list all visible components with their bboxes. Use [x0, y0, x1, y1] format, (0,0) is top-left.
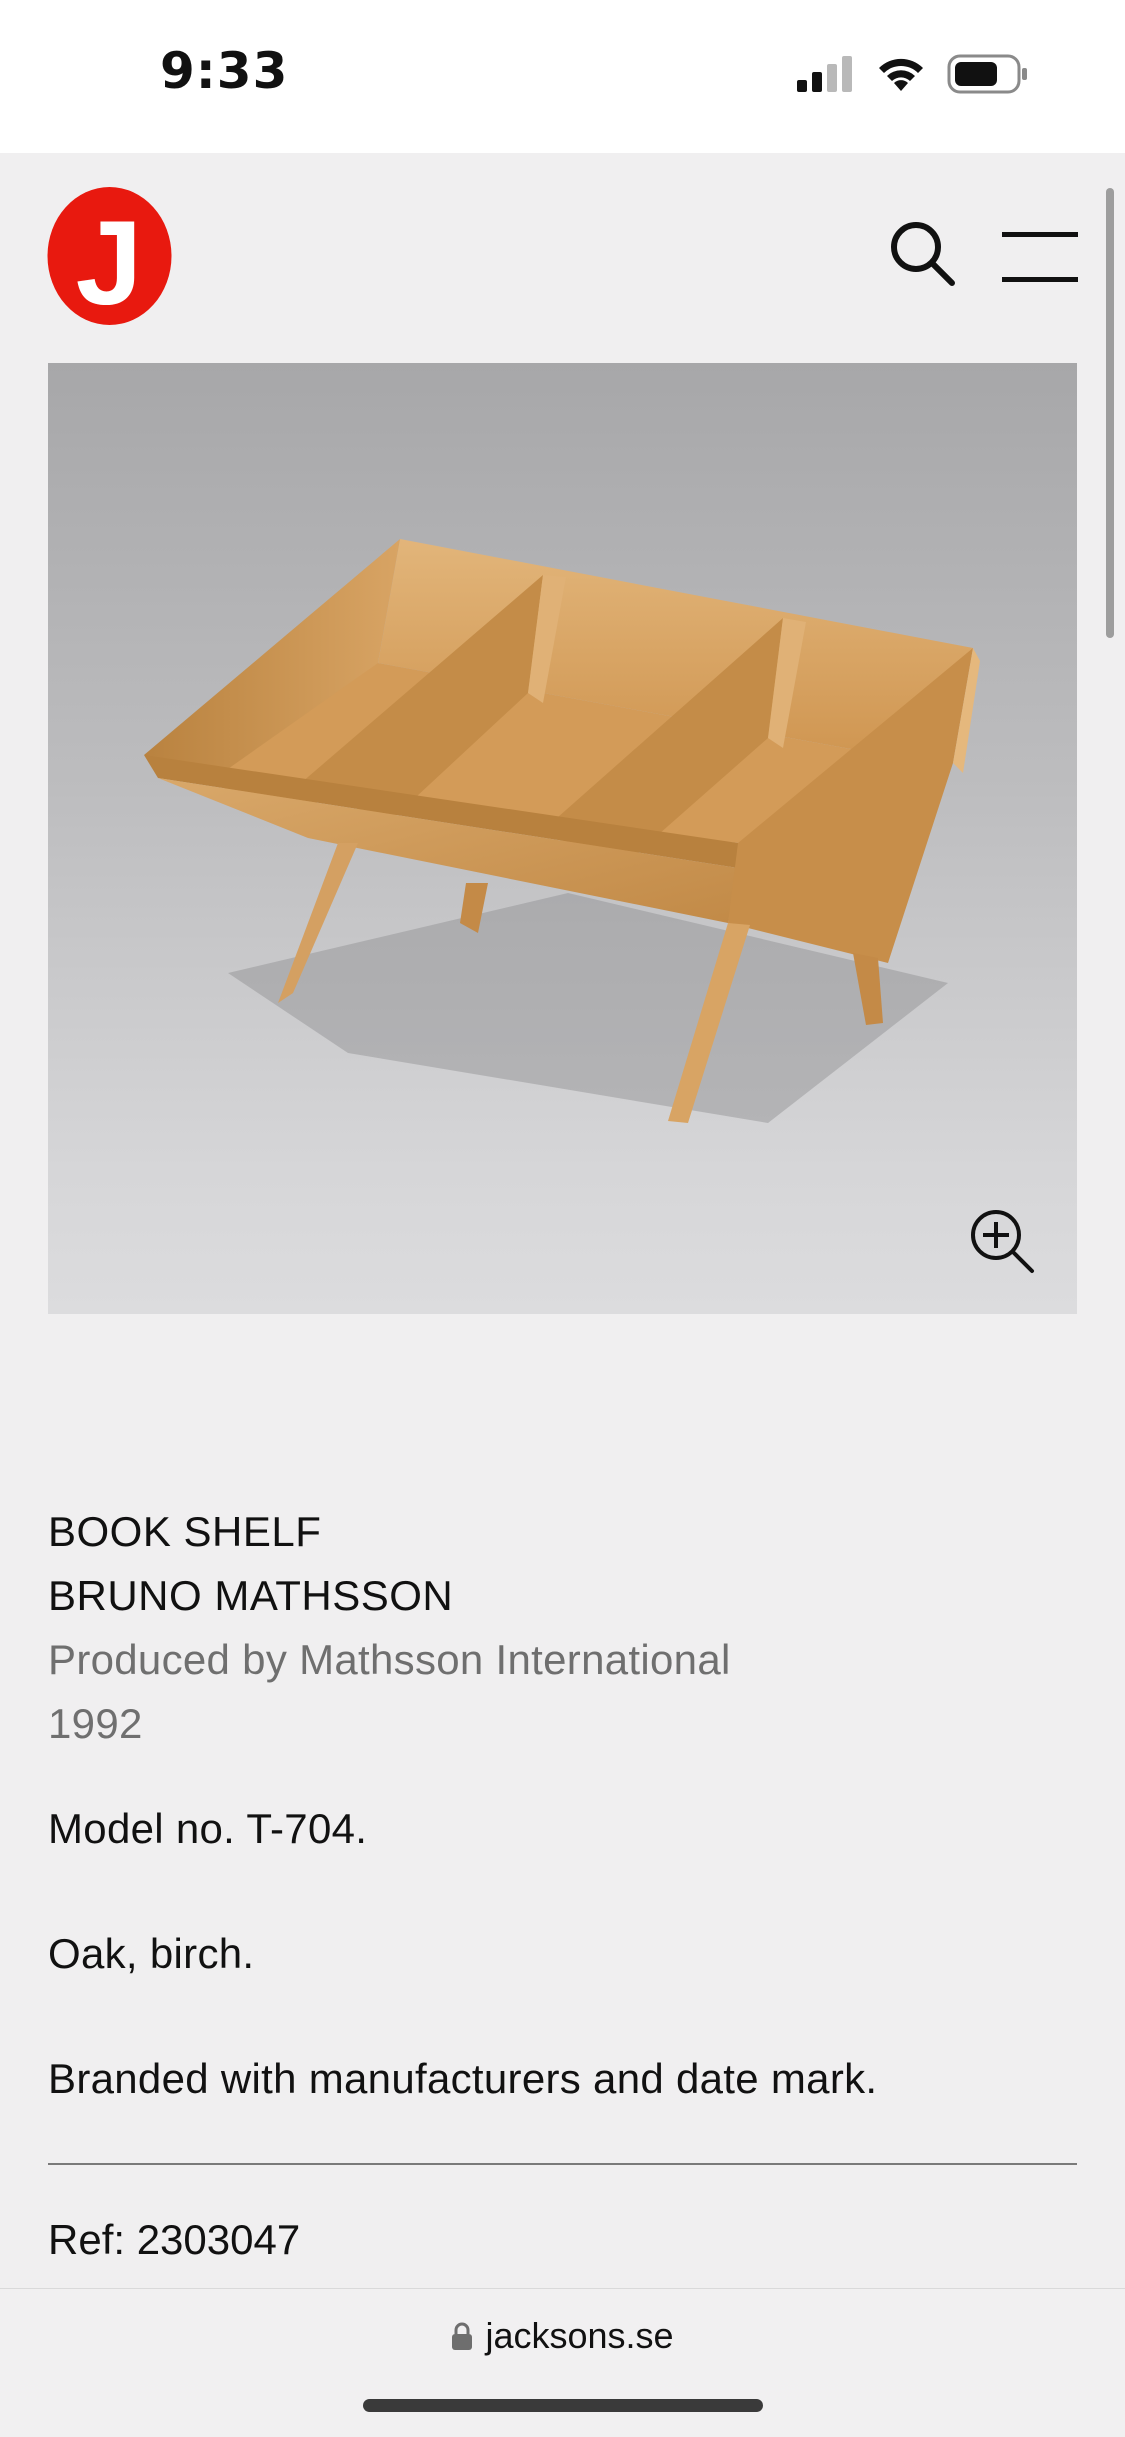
- logo-mark: J: [47, 187, 172, 330]
- zoom-button[interactable]: [968, 1207, 1038, 1277]
- search-button[interactable]: [887, 218, 957, 288]
- search-icon: [891, 222, 955, 286]
- logo-letter: J: [76, 196, 143, 326]
- product-designer: BRUNO MATHSSON: [48, 1572, 454, 1619]
- product-image[interactable]: [48, 363, 1077, 1314]
- status-time: 9:33: [160, 42, 289, 100]
- product-year: 1992: [48, 1700, 143, 1747]
- address-bar[interactable]: jacksons.se: [0, 2315, 1125, 2357]
- lock-icon: [452, 2322, 473, 2350]
- battery-icon: [947, 54, 1027, 94]
- jacksons-logo[interactable]: J: [47, 186, 172, 330]
- status-bar: 9:33: [0, 0, 1125, 153]
- home-indicator[interactable]: [363, 2399, 763, 2412]
- menu-button[interactable]: [1002, 230, 1078, 284]
- hamburger-menu-icon: [1002, 232, 1078, 282]
- status-icons: [797, 54, 1029, 94]
- url-text: jacksons.se: [485, 2315, 674, 2356]
- browser-bar: jacksons.se: [0, 2288, 1125, 2437]
- product-info: BOOK SHELF BRUNO MATHSSON Produced by Ma…: [48, 1500, 1077, 1756]
- divider: [48, 2163, 1077, 2165]
- product-model: Model no. T-704.: [48, 1805, 368, 1852]
- signal-icon: [797, 56, 852, 92]
- book-shelf-illustration: [144, 539, 980, 1123]
- product-producer: Produced by Mathsson International: [48, 1636, 731, 1683]
- product-marking: Branded with manufacturers and date mark…: [48, 2055, 878, 2102]
- scrollbar[interactable]: [1106, 188, 1114, 638]
- wifi-icon: [879, 58, 923, 91]
- product-material: Oak, birch.: [48, 1930, 255, 1977]
- product-ref: Ref: 2303047: [48, 2216, 301, 2263]
- zoom-in-icon: [971, 1210, 1034, 1273]
- product-title: BOOK SHELF: [48, 1508, 322, 1555]
